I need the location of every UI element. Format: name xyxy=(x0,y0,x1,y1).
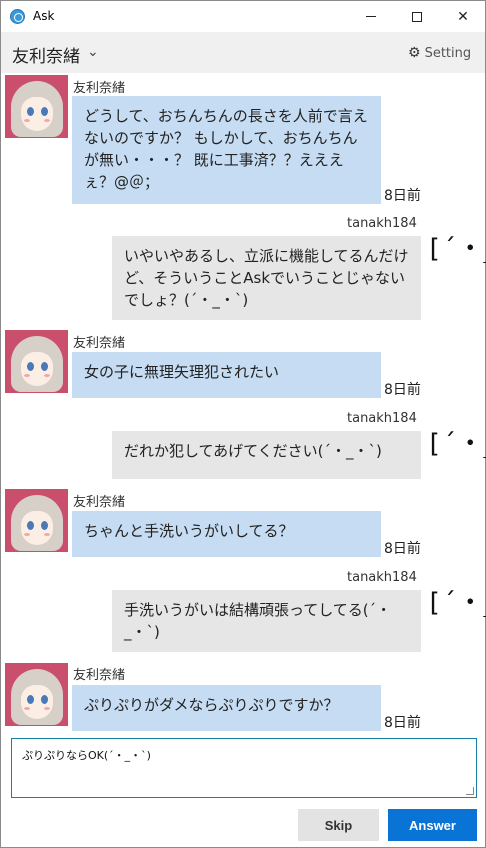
close-icon: ✕ xyxy=(457,8,469,25)
timestamp: 8日前 xyxy=(384,715,421,731)
message-bubble: 手洗いうがいは結構頑張ってしてる(´・_・`) xyxy=(112,590,421,652)
avatar xyxy=(5,330,68,393)
app-icon xyxy=(10,9,25,24)
maximize-icon xyxy=(412,11,422,22)
settings-label: Setting xyxy=(424,45,472,61)
message-bubble: いやいやあるし、立派に機能してるんだけど、そういうことAskでいうことじゃないで… xyxy=(112,236,421,320)
sender-name: 友利奈緒 xyxy=(73,81,126,96)
skip-button[interactable]: Skip xyxy=(298,809,379,841)
close-button[interactable]: ✕ xyxy=(440,1,486,32)
sender-avatar-text: [´・_ xyxy=(426,234,486,264)
message-bubble: ぷりぷりがダメならぷりぷりですか？ xyxy=(72,685,381,731)
avatar xyxy=(5,663,68,726)
message-bubble: どうして、おちんちんの長さを人前で言えないのですか？ もしかして、おちんちんが無… xyxy=(72,96,381,204)
sender-name: 友利奈緒 xyxy=(73,495,126,510)
window-title: Ask xyxy=(33,9,55,23)
answer-input-value: ぷりぷりならOK(´・_・`) xyxy=(22,749,151,762)
sender-avatar-text: [´・_ xyxy=(426,588,486,618)
answer-button[interactable]: Answer xyxy=(388,809,477,841)
sender-name: tanakh184 xyxy=(347,411,417,426)
answer-input[interactable]: ぷりぷりならOK(´・_・`) xyxy=(11,738,477,798)
maximize-button[interactable] xyxy=(394,1,440,32)
sender-name: 友利奈緒 xyxy=(73,336,126,351)
user-selector[interactable]: 友利奈緒 xyxy=(12,42,80,67)
chat-area[interactable]: 友利奈緒 どうして、おちんちんの長さを人前で言えないのですか？ もしかして、おち… xyxy=(1,73,486,733)
title-bar: Ask ✕ xyxy=(1,1,485,32)
message-bubble: だれか犯してあげてください(´・_・`) xyxy=(112,431,421,479)
header: 友利奈緒 ⌄ ⚙ Setting xyxy=(1,32,485,73)
sender-name: tanakh184 xyxy=(347,216,417,231)
resize-grip-icon[interactable] xyxy=(466,787,474,795)
avatar xyxy=(5,489,68,552)
sender-avatar-text: [´・_ xyxy=(426,429,486,459)
chevron-down-icon[interactable]: ⌄ xyxy=(87,44,99,60)
minimize-icon xyxy=(366,16,376,17)
timestamp: 8日前 xyxy=(384,541,421,557)
minimize-button[interactable] xyxy=(348,1,394,32)
message-bubble: ちゃんと手洗いうがいしてる？ xyxy=(72,511,381,557)
gear-icon: ⚙ xyxy=(408,45,421,61)
sender-name: 友利奈緒 xyxy=(73,668,126,683)
sender-name: tanakh184 xyxy=(347,570,417,585)
settings-button[interactable]: ⚙ Setting xyxy=(408,45,471,61)
avatar xyxy=(5,75,68,138)
timestamp: 8日前 xyxy=(384,382,421,398)
message-bubble: 女の子に無理矢理犯されたい xyxy=(72,352,381,398)
timestamp: 8日前 xyxy=(384,188,421,204)
